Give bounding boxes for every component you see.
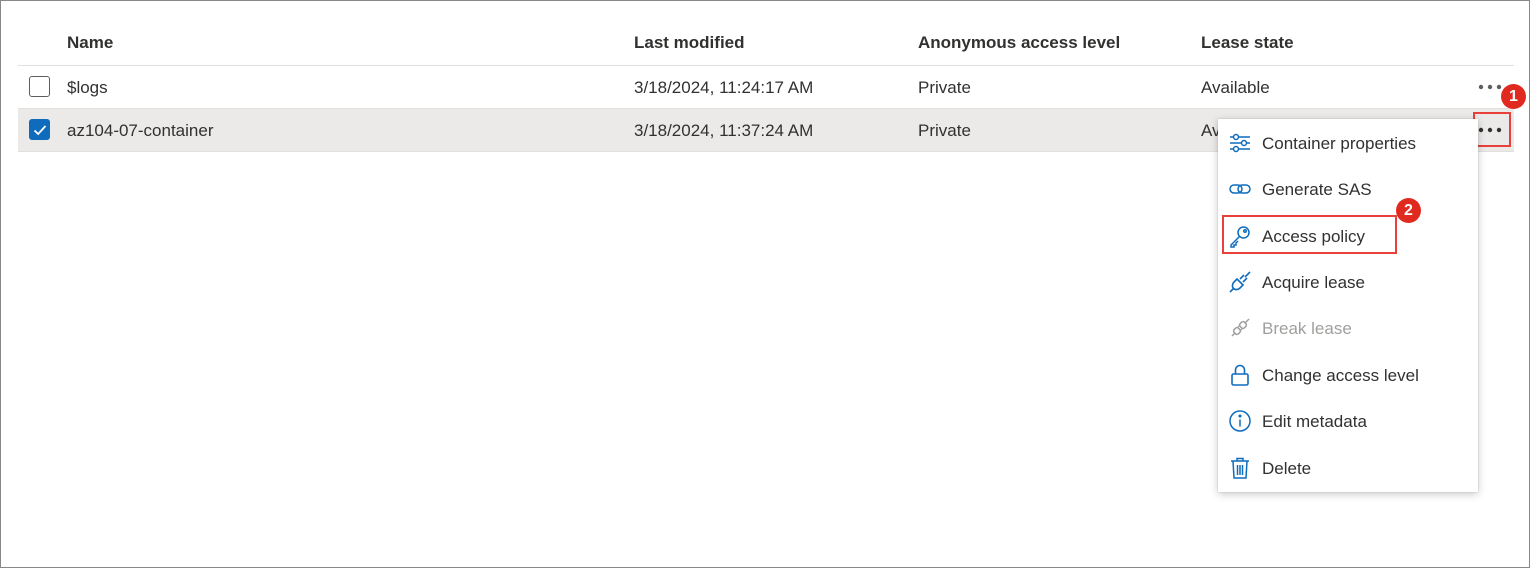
row-checkbox-checked[interactable] [29, 119, 50, 140]
column-header-name[interactable]: Name [67, 33, 113, 53]
step-badge-1: 1 [1501, 84, 1526, 109]
last-modified-value: 3/18/2024, 11:37:24 AM [634, 121, 814, 140]
menu-item-label: Delete [1262, 459, 1312, 478]
access-level-value: Private [918, 121, 971, 140]
sliders-icon [1230, 133, 1250, 153]
column-header-last-modified[interactable]: Last modified [634, 33, 745, 53]
row-checkbox[interactable] [29, 76, 50, 97]
last-modified-value: 3/18/2024, 11:24:17 AM [634, 78, 814, 97]
menu-item-label: Change access level [1262, 366, 1419, 385]
highlight-box-more-button [1473, 112, 1511, 147]
highlight-box-access-policy [1222, 215, 1397, 254]
context-menu: Container properties Generate SAS Access… [1218, 119, 1478, 492]
menu-item-change-access-level[interactable]: Change access level [1218, 353, 1478, 397]
table-header: Name Last modified Anonymous access leve… [18, 24, 1514, 66]
menu-item-label: Container properties [1262, 134, 1417, 153]
menu-item-label: Generate SAS [1262, 180, 1372, 199]
plug-icon [1229, 271, 1251, 293]
menu-item-break-lease[interactable]: Break lease [1218, 306, 1478, 350]
column-header-lease-state[interactable]: Lease state [1201, 33, 1294, 53]
lock-icon [1231, 364, 1249, 386]
container-name[interactable]: $logs [67, 78, 108, 98]
lease-state-value: Available [1201, 78, 1270, 97]
container-name[interactable]: az104-07-container [67, 121, 213, 141]
more-icon [1478, 84, 1502, 90]
info-icon [1229, 410, 1251, 432]
column-header-access-level[interactable]: Anonymous access level [918, 33, 1120, 53]
link-icon [1229, 184, 1251, 194]
menu-item-label: Edit metadata [1262, 412, 1367, 431]
access-level-value: Private [918, 78, 971, 97]
menu-item-edit-metadata[interactable]: Edit metadata [1218, 399, 1478, 443]
menu-item-delete[interactable]: Delete [1218, 446, 1478, 490]
menu-item-label: Break lease [1262, 319, 1352, 338]
step-badge-2: 2 [1396, 198, 1421, 223]
broken-plug-icon [1231, 318, 1250, 337]
menu-item-container-properties[interactable]: Container properties [1218, 121, 1478, 165]
menu-item-acquire-lease[interactable]: Acquire lease [1218, 260, 1478, 304]
menu-item-label: Acquire lease [1262, 273, 1366, 292]
menu-item-generate-sas[interactable]: Generate SAS [1218, 167, 1478, 211]
trash-icon [1231, 457, 1249, 479]
checkmark-icon [33, 125, 47, 136]
table-row[interactable]: $logs 3/18/2024, 11:24:17 AM Private Ava… [18, 66, 1514, 109]
